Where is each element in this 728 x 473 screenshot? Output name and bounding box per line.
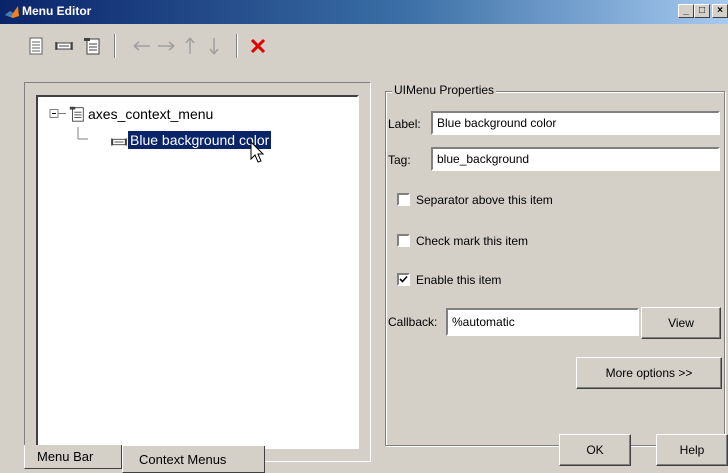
enable-checkbox[interactable] xyxy=(397,273,410,286)
uimenu-properties-group xyxy=(385,91,725,446)
maximize-button[interactable]: □ xyxy=(694,4,710,18)
toolbar-separator xyxy=(114,34,116,58)
move-up-icon[interactable] xyxy=(180,36,200,56)
tab-context-menus-label: Context Menus xyxy=(139,452,227,467)
context-menu-node-icon xyxy=(69,106,84,122)
label-field[interactable]: Blue background color xyxy=(431,111,720,135)
checkmark-label: Check mark this item xyxy=(416,234,529,248)
separator-checkbox[interactable] xyxy=(397,193,410,206)
toolbar-separator xyxy=(236,34,238,58)
tag-field[interactable]: blue_background xyxy=(431,147,720,171)
more-options-button[interactable]: More options >> xyxy=(576,357,722,389)
menu-tree[interactable]: axes_context_menu Blue background color xyxy=(36,95,359,449)
checkmark-checkbox[interactable] xyxy=(397,234,410,247)
minimize-button[interactable]: _ xyxy=(678,4,694,18)
tab-context-menus[interactable]: Context Menus xyxy=(122,446,265,473)
matlab-logo-icon xyxy=(5,6,19,18)
tag-caption: Tag: xyxy=(388,153,411,167)
group-title: UIMenu Properties xyxy=(392,83,497,97)
view-button[interactable]: View xyxy=(641,307,721,339)
callback-field[interactable]: %automatic xyxy=(446,308,639,336)
title-bar: Menu Editor _ □ × xyxy=(0,0,728,24)
window-title: Menu Editor xyxy=(22,4,92,18)
tab-menu-bar[interactable]: Menu Bar xyxy=(24,445,122,469)
label-caption: Label: xyxy=(388,117,421,131)
move-down-icon[interactable] xyxy=(204,36,224,56)
help-button[interactable]: Help xyxy=(656,434,728,466)
menu-item-node-icon xyxy=(111,138,127,146)
separator-label: Separator above this item xyxy=(416,193,553,207)
move-right-icon[interactable] xyxy=(156,36,176,56)
new-menu-icon[interactable] xyxy=(26,36,46,56)
close-window-button[interactable]: × xyxy=(712,4,728,18)
tab-menu-bar-label: Menu Bar xyxy=(37,449,94,464)
delete-icon[interactable] xyxy=(248,36,268,56)
toolbar xyxy=(0,24,728,66)
check-icon xyxy=(399,275,408,283)
mouse-cursor-icon xyxy=(250,141,265,163)
ok-button[interactable]: OK xyxy=(559,434,631,466)
new-menu-item-icon[interactable] xyxy=(54,36,74,56)
callback-caption: Callback: xyxy=(388,315,438,329)
tree-node-root[interactable]: axes_context_menu xyxy=(88,106,213,122)
enable-label: Enable this item xyxy=(416,273,502,287)
new-context-menu-icon[interactable] xyxy=(82,36,102,56)
move-left-icon[interactable] xyxy=(132,36,152,56)
